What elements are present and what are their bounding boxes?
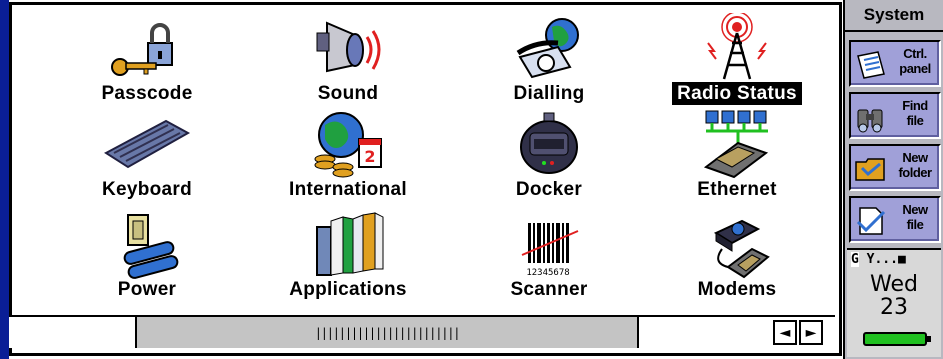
- item-label: Radio Status: [672, 82, 802, 105]
- horizontal-scrollbar[interactable]: |||||||||||||||||||||||| ◄ ►: [9, 315, 835, 348]
- find-file-button[interactable]: Find file: [849, 92, 941, 139]
- barcode-icon: 12345678: [521, 223, 579, 278]
- control-panel-icon: [857, 51, 885, 79]
- item-label: International: [289, 179, 407, 200]
- screen: Passcode Sound Dialling Radio Status Key…: [0, 0, 943, 359]
- battery-switch-icon: [123, 214, 179, 279]
- item-label: Applications: [289, 279, 407, 300]
- globe-coins-calendar-icon: 2: [314, 112, 382, 178]
- telephone-globe-icon: [516, 18, 579, 79]
- new-file-label-2: file: [906, 217, 924, 232]
- find-file-label-2: file: [906, 113, 924, 128]
- control-panel-window: Passcode Sound Dialling Radio Status Key…: [9, 2, 842, 356]
- day-of-week: Wed: [870, 272, 918, 297]
- scroll-thumb[interactable]: ||||||||||||||||||||||||: [137, 317, 639, 348]
- item-label: Scanner: [510, 279, 588, 300]
- new-file-icon: [856, 207, 886, 235]
- item-scanner[interactable]: 12345678 Scanner: [449, 207, 649, 305]
- toolbar: System Ctrl. panel Find file New folder …: [843, 0, 943, 359]
- item-international[interactable]: 2 International: [248, 107, 448, 205]
- item-applications[interactable]: Applications: [248, 207, 448, 305]
- item-radio-status[interactable]: Radio Status: [637, 11, 837, 109]
- new-folder-button[interactable]: New folder: [849, 144, 941, 191]
- item-label: Power: [117, 279, 177, 300]
- folder-icon: [855, 158, 885, 181]
- item-keyboard[interactable]: Keyboard: [47, 107, 247, 205]
- new-file-button[interactable]: New file: [849, 196, 941, 243]
- toolbar-title[interactable]: System: [845, 0, 943, 32]
- ctrl-panel-label-2: panel: [899, 61, 931, 76]
- item-label: Modems: [697, 279, 777, 300]
- item-passcode[interactable]: Passcode: [47, 11, 247, 109]
- scroll-track[interactable]: [9, 317, 137, 348]
- books-icon: [316, 212, 384, 276]
- find-file-label-1: Find: [902, 98, 928, 113]
- keyboard-icon: [104, 119, 191, 169]
- speaker-icon: [316, 21, 381, 73]
- barcode-number: 12345678: [526, 268, 569, 278]
- signal-strength-icon: Y...■: [866, 252, 906, 267]
- left-edge: [0, 0, 9, 359]
- item-label: Sound: [317, 83, 379, 104]
- item-modems[interactable]: Modems: [637, 207, 837, 305]
- binoculars-icon: [857, 109, 883, 133]
- network-type-indicator: G: [851, 252, 859, 267]
- right-arrow-icon: ►: [805, 324, 817, 341]
- scroll-thumb-grip: ||||||||||||||||||||||||: [314, 325, 461, 340]
- scroll-right-button[interactable]: ►: [799, 320, 823, 345]
- modem-phone-icon: [713, 219, 770, 279]
- item-docker[interactable]: Docker: [449, 107, 649, 205]
- calendar-digit: 2: [364, 147, 375, 166]
- new-folder-label-1: New: [902, 150, 928, 165]
- item-label: Dialling: [513, 83, 585, 104]
- network-icon: [703, 110, 769, 179]
- new-folder-label-2: folder: [898, 165, 932, 180]
- status-area: G Y...■ Wed 23: [847, 248, 941, 357]
- scroll-left-button[interactable]: ◄: [773, 320, 797, 345]
- padlock-key-icon: [111, 23, 173, 76]
- item-ethernet[interactable]: Ethernet: [637, 107, 837, 205]
- ctrl-panel-button[interactable]: Ctrl. panel: [849, 40, 941, 87]
- item-power[interactable]: Power: [47, 207, 247, 305]
- item-label: Passcode: [101, 83, 193, 104]
- item-label: Keyboard: [101, 179, 193, 200]
- radio-tower-icon: [707, 13, 767, 80]
- new-file-label-1: New: [902, 202, 928, 217]
- battery-icon: [863, 332, 931, 346]
- left-arrow-icon: ◄: [779, 324, 791, 341]
- item-sound[interactable]: Sound: [248, 11, 448, 109]
- item-dialling[interactable]: Dialling: [449, 11, 649, 109]
- signal-indicator: G Y...■: [851, 252, 906, 267]
- item-label: Docker: [515, 179, 583, 200]
- docking-cradle-icon: [520, 112, 578, 174]
- day-of-month: 23: [880, 295, 908, 320]
- ctrl-panel-label-1: Ctrl.: [903, 46, 927, 61]
- item-label: Ethernet: [697, 179, 777, 200]
